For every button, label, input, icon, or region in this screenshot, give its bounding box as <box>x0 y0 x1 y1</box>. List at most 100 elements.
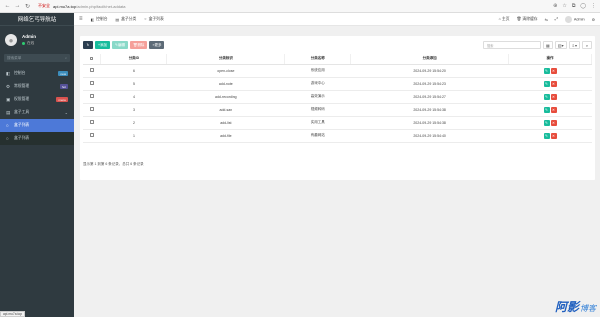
user-panel: ● Admin 在线 <box>0 26 74 54</box>
more-button[interactable]: ≡ 更多 <box>149 41 165 49</box>
grid-view-icon[interactable]: ▦ <box>542 41 553 49</box>
table-row[interactable]: 6 open-close 系统应用 2024-09-29 15:54:20 ✎ ✕ <box>83 64 592 78</box>
delete-label: 删除 <box>137 42 145 47</box>
zoom-icon[interactable]: ⊕ <box>553 3 557 9</box>
hamburger-icon[interactable]: ≡ <box>79 16 83 22</box>
select-all-header[interactable] <box>83 54 102 65</box>
cell-id: 4 <box>100 90 167 104</box>
star-icon[interactable]: ☆ <box>562 3 566 9</box>
cell-ident: add-san <box>166 103 285 117</box>
sidebar-item-dashboard[interactable]: ◧ 控制台 new <box>0 67 74 80</box>
sidebar-item-label: 常规管理 <box>14 84 30 88</box>
sidebar-item-permissions[interactable]: ▣ 权限管理 menu <box>0 93 74 106</box>
delete-icon[interactable]: ✕ <box>550 93 557 100</box>
checkbox[interactable] <box>90 94 94 98</box>
cell-added: 2024-09-29 15:54:40 <box>350 129 509 143</box>
search-icon[interactable]: ⌕ <box>65 56 67 60</box>
column-header: 操作 <box>508 54 592 65</box>
table-row[interactable]: 1 add-file 有趣网站 2024-09-29 15:54:40 ✎ ✕ <box>83 129 592 143</box>
edit-button[interactable]: ✎ 编辑 <box>112 41 128 49</box>
cell-added: 2024-09-29 15:54:23 <box>350 77 509 91</box>
table-row[interactable]: 4 add-recording 高效演示 2024-09-29 15:54:27… <box>83 90 592 104</box>
column-header[interactable]: 分类标识 <box>166 54 286 65</box>
checkbox[interactable] <box>90 107 94 111</box>
tab-box-list[interactable]: ○ 盒子列表 <box>144 17 163 22</box>
column-header[interactable]: 分类名称 <box>284 54 352 65</box>
cell-name: 视频转码 <box>284 103 351 117</box>
watermark-sub: 博客 <box>580 304 596 313</box>
refresh-icon: ↻ <box>86 43 90 47</box>
dashboard-icon: ◧ <box>6 70 11 76</box>
column-header[interactable]: 分类ID <box>100 54 168 65</box>
edit-icon[interactable]: ✎ <box>543 93 550 100</box>
edit-icon[interactable]: ✎ <box>543 119 550 126</box>
checkbox[interactable] <box>90 133 94 137</box>
checkbox[interactable] <box>89 56 94 60</box>
sidebar-item-box-tools[interactable]: ▤ 盒子工具 ⌄ <box>0 106 74 119</box>
checkbox[interactable] <box>90 120 94 124</box>
edit-icon[interactable]: ✎ <box>543 132 550 139</box>
delete-icon[interactable]: ✕ <box>550 67 557 74</box>
sidebar-item-label: 盒子工具 <box>14 110 30 114</box>
table-search-input[interactable]: 搜索 <box>482 41 541 49</box>
sidebar-item-general[interactable]: ⚙ 常规管理 hot <box>0 80 74 93</box>
home-link[interactable]: ⌂ 主页 <box>499 17 510 22</box>
tab-dashboard[interactable]: ◧ 控制台 <box>91 17 108 22</box>
pagination-info: 显示第 1 到第 6 条记录，总共 6 条记录 <box>83 162 144 166</box>
cell-ident: add-file <box>166 129 285 143</box>
translate-icon[interactable]: ⇆ <box>545 17 548 22</box>
edit-icon[interactable]: ✎ <box>543 106 550 113</box>
cell-ident: add-list <box>166 116 285 130</box>
clear-cache-button[interactable]: 🗑 清除缓存 <box>517 16 538 22</box>
search-icon[interactable]: ⌕ <box>582 41 592 49</box>
user-menu[interactable]: Admin <box>564 15 585 23</box>
watermark: 阿影 博客 <box>555 298 596 315</box>
table-row[interactable]: 5 add-note 游戏中心 2024-09-29 15:54:23 ✎ ✕ <box>83 77 592 91</box>
security-warning: 不安全 <box>38 3 50 8</box>
delete-icon[interactable]: ✕ <box>550 80 557 87</box>
sidebar-search[interactable]: 搜索菜单 ⌕ <box>4 54 70 62</box>
sidebar-item-label: 权限管理 <box>14 97 30 101</box>
trash-icon: 🗑 <box>516 17 522 21</box>
url-host: api.mu7a.top <box>53 3 77 9</box>
delete-button[interactable]: 🗑 删除 <box>129 41 148 49</box>
menu-icon[interactable]: ⋮ <box>591 3 596 9</box>
cell-added: 2024-09-29 15:54:38 <box>350 116 509 130</box>
dashboard-icon: ◧ <box>90 17 95 22</box>
add-button[interactable]: + 添加 <box>95 41 111 49</box>
url-path: /admin.php/facilt/net-addata <box>76 3 126 9</box>
sidebar-item-box-category[interactable]: ○ 盒子列表 <box>0 119 74 132</box>
delete-icon[interactable]: ✕ <box>550 119 557 126</box>
table-row[interactable]: 2 add-list 实用工具 2024-09-29 15:54:38 ✎ ✕ <box>83 116 592 130</box>
tab-box-category[interactable]: ▤ 盒子分类 <box>116 17 137 22</box>
profile-icon[interactable]: ◯ <box>580 3 586 9</box>
fullscreen-icon[interactable]: ⤢ <box>555 17 558 21</box>
sidebar-item-box-list[interactable]: ○ 盒子列表 <box>0 132 74 145</box>
circle-icon: ○ <box>6 136 9 141</box>
cell-id: 3 <box>100 103 167 117</box>
column-header[interactable]: 分类添加 <box>350 54 510 65</box>
edit-icon[interactable]: ✎ <box>543 80 550 87</box>
table-search-placeholder: 搜索 <box>486 43 494 48</box>
columns-icon[interactable]: ▥▾ <box>554 41 567 49</box>
address-bar[interactable]: 不安全 api.mu7a.top /admin.php/facilt/net-a… <box>38 2 238 10</box>
reload-icon[interactable]: ↻ <box>24 3 31 10</box>
top-header: ≡ ◧ 控制台 ▤ 盒子分类 ○ 盒子列表 ⌂ 主页 🗑 清除缓存 ⇆ ⤢ Ad… <box>74 13 600 26</box>
delete-icon[interactable]: ✕ <box>550 132 557 139</box>
badge-menu: menu <box>56 97 68 102</box>
checkbox[interactable] <box>90 68 94 72</box>
settings-icon[interactable]: ⚙ <box>592 17 595 22</box>
export-icon[interactable]: ⇩▾ <box>568 41 580 49</box>
table-row[interactable]: 3 add-san 视频转码 2024-09-29 15:54:38 ✎ ✕ <box>83 103 592 117</box>
sidebar-item-label: 盒子列表 <box>14 136 30 140</box>
checkbox[interactable] <box>90 81 94 85</box>
refresh-button[interactable]: ↻ <box>83 41 93 49</box>
sidebar-submenu: ○ 盒子列表 ○ 盒子列表 <box>0 119 74 145</box>
delete-icon[interactable]: ✕ <box>550 106 557 113</box>
cell-name: 高效演示 <box>284 90 351 104</box>
extensions-icon[interactable]: ⧉ <box>572 3 576 9</box>
forward-icon[interactable]: → <box>14 3 21 10</box>
edit-icon[interactable]: ✎ <box>543 67 550 74</box>
brand-title[interactable]: 网络乞丐导航站 <box>0 13 74 26</box>
back-icon[interactable]: ← <box>4 3 11 10</box>
